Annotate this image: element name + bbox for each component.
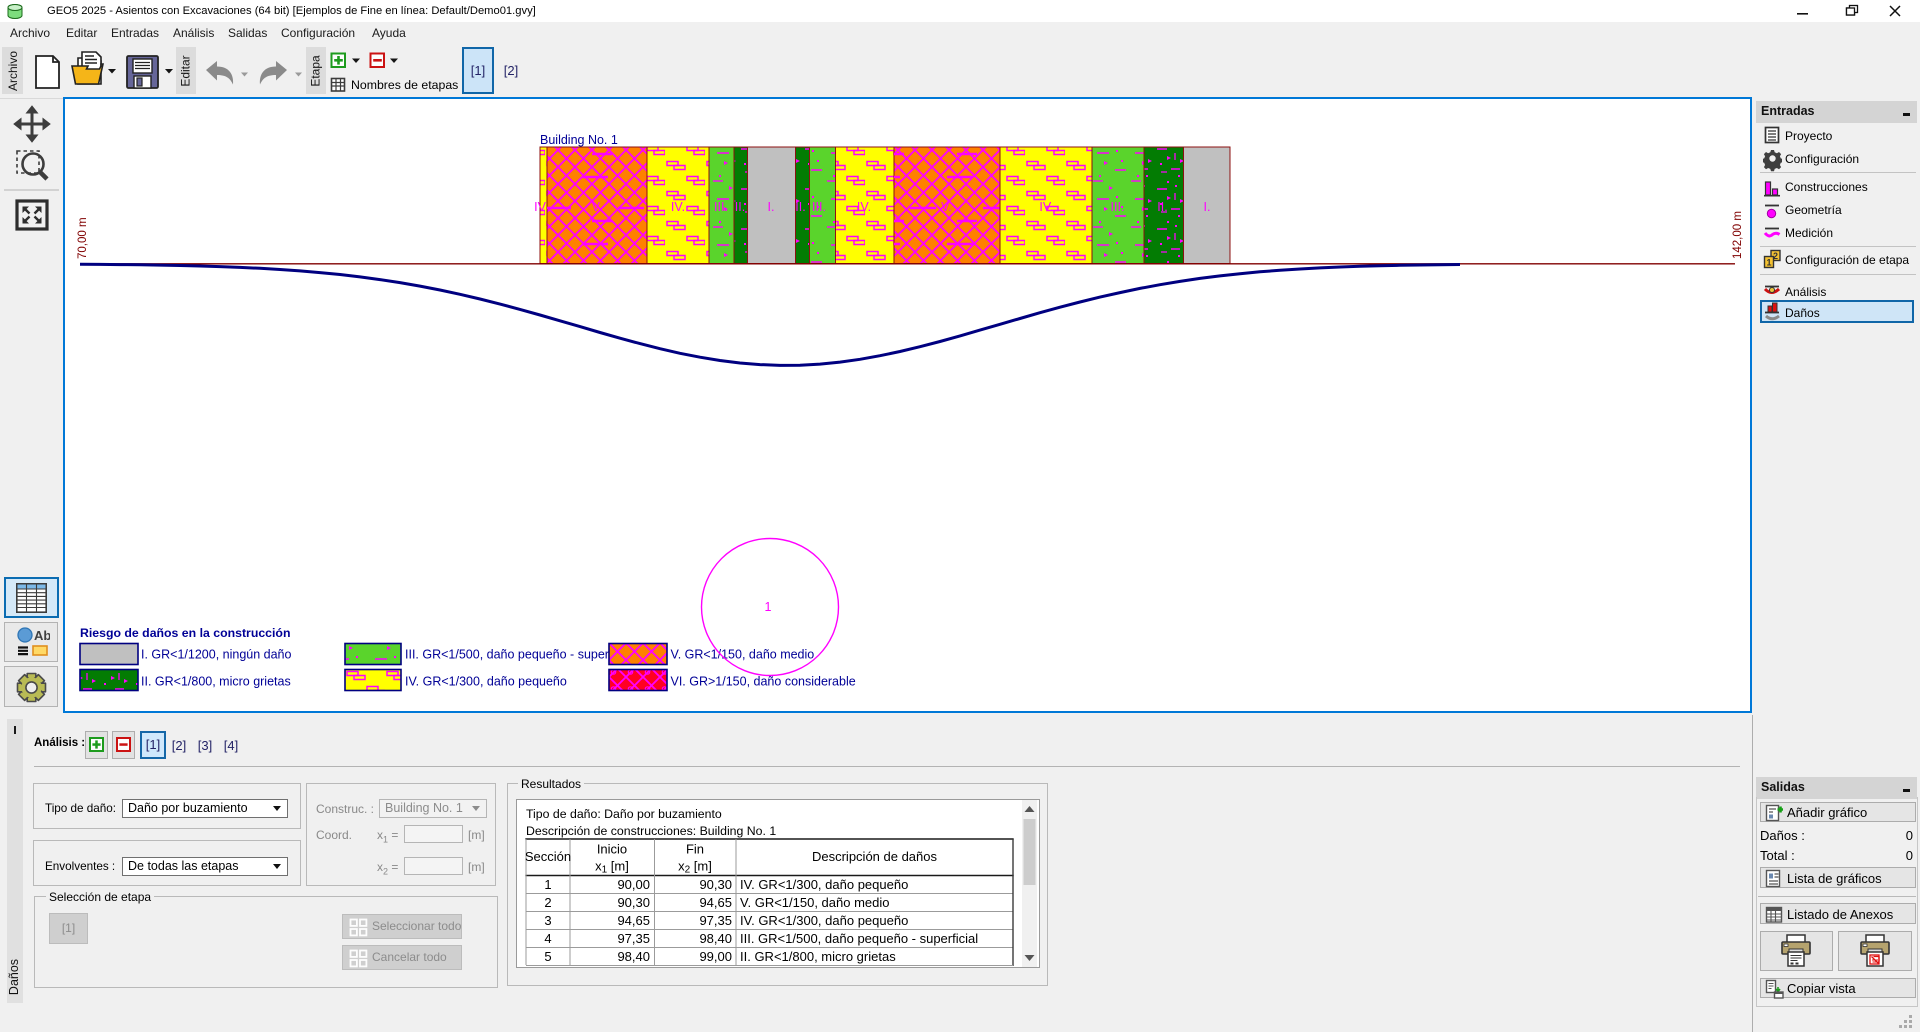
svg-text:IV. GR<1/300, daño pequeño: IV. GR<1/300, daño pequeño <box>740 913 908 928</box>
svg-text:IV.: IV. <box>1039 200 1053 214</box>
svg-text:97,35: 97,35 <box>617 931 650 946</box>
svg-text:II. GR<1/800, micro grietas: II. GR<1/800, micro grietas <box>141 675 291 689</box>
svg-text:x1 [m]: x1 [m] <box>595 859 629 876</box>
svg-text:I. GR<1/1200, ningún daño: I. GR<1/1200, ningún daño <box>141 648 292 662</box>
svg-text:II.: II. <box>795 200 805 214</box>
svg-text:II.: II. <box>1157 200 1167 214</box>
svg-text:x2 [m]: x2 [m] <box>678 859 712 876</box>
svg-text:III.: III. <box>812 200 826 214</box>
svg-text:4: 4 <box>544 931 551 946</box>
svg-text:1: 1 <box>765 600 772 614</box>
svg-text:90,00: 90,00 <box>617 877 650 892</box>
svg-text:97,35: 97,35 <box>699 913 732 928</box>
svg-text:IV. GR<1/300, daño pequeño: IV. GR<1/300, daño pequeño <box>405 675 567 689</box>
svg-text:Descripción de daños: Descripción de daños <box>812 849 938 864</box>
svg-text:142,00 m: 142,00 m <box>1732 211 1744 259</box>
svg-text:III. GR<1/500, daño pequeño -: III. GR<1/500, daño pequeño - superficia… <box>405 648 634 662</box>
svg-text:Inicio: Inicio <box>597 842 627 857</box>
svg-text:IV.: IV. <box>671 200 685 214</box>
svg-text:5: 5 <box>544 949 551 964</box>
svg-text:VI. GR>1/150, daño considerabl: VI. GR>1/150, daño considerable <box>671 675 856 689</box>
svg-text:III.: III. <box>1111 200 1125 214</box>
svg-text:2: 2 <box>544 895 551 910</box>
svg-text:90,30: 90,30 <box>617 895 650 910</box>
svg-text:Riesgo de daños en la construc: Riesgo de daños en la construcción <box>80 626 290 640</box>
svg-text:Sección: Sección <box>525 849 571 864</box>
svg-text:1: 1 <box>544 877 551 892</box>
svg-text:II. GR<1/800, micro grietas: II. GR<1/800, micro grietas <box>740 949 896 964</box>
svg-text:94,65: 94,65 <box>617 913 650 928</box>
svg-text:V.: V. <box>592 200 603 214</box>
svg-text:II.: II. <box>735 200 745 214</box>
svg-text:IV: IV <box>534 200 546 214</box>
svg-text:V.: V. <box>941 200 952 214</box>
svg-text:Ab: Ab <box>34 628 50 643</box>
svg-text:99,00: 99,00 <box>699 949 732 964</box>
svg-text:94,65: 94,65 <box>699 895 732 910</box>
svg-text:IV. GR<1/300, daño pequeño: IV. GR<1/300, daño pequeño <box>740 877 908 892</box>
svg-text:I.: I. <box>1204 200 1211 214</box>
svg-text:I.: I. <box>768 200 775 214</box>
svg-text:Building No. 1: Building No. 1 <box>540 133 618 147</box>
svg-text:3: 3 <box>544 913 551 928</box>
svg-text:98,40: 98,40 <box>699 931 732 946</box>
svg-text:Fin: Fin <box>686 842 704 857</box>
svg-text:V. GR<1/150, daño medio: V. GR<1/150, daño medio <box>740 895 890 910</box>
svg-text:IV.: IV. <box>857 200 871 214</box>
svg-text:70,00 m: 70,00 m <box>77 217 89 259</box>
svg-text:90,30: 90,30 <box>699 877 732 892</box>
svg-text:1: 1 <box>1766 258 1771 268</box>
svg-text:98,40: 98,40 <box>617 949 650 964</box>
svg-text:III. GR<1/500, daño pequeño -: III. GR<1/500, daño pequeño - superficia… <box>740 931 978 946</box>
svg-text:V. GR<1/150, daño medio: V. GR<1/150, daño medio <box>671 648 815 662</box>
svg-text:III.: III. <box>714 200 728 214</box>
